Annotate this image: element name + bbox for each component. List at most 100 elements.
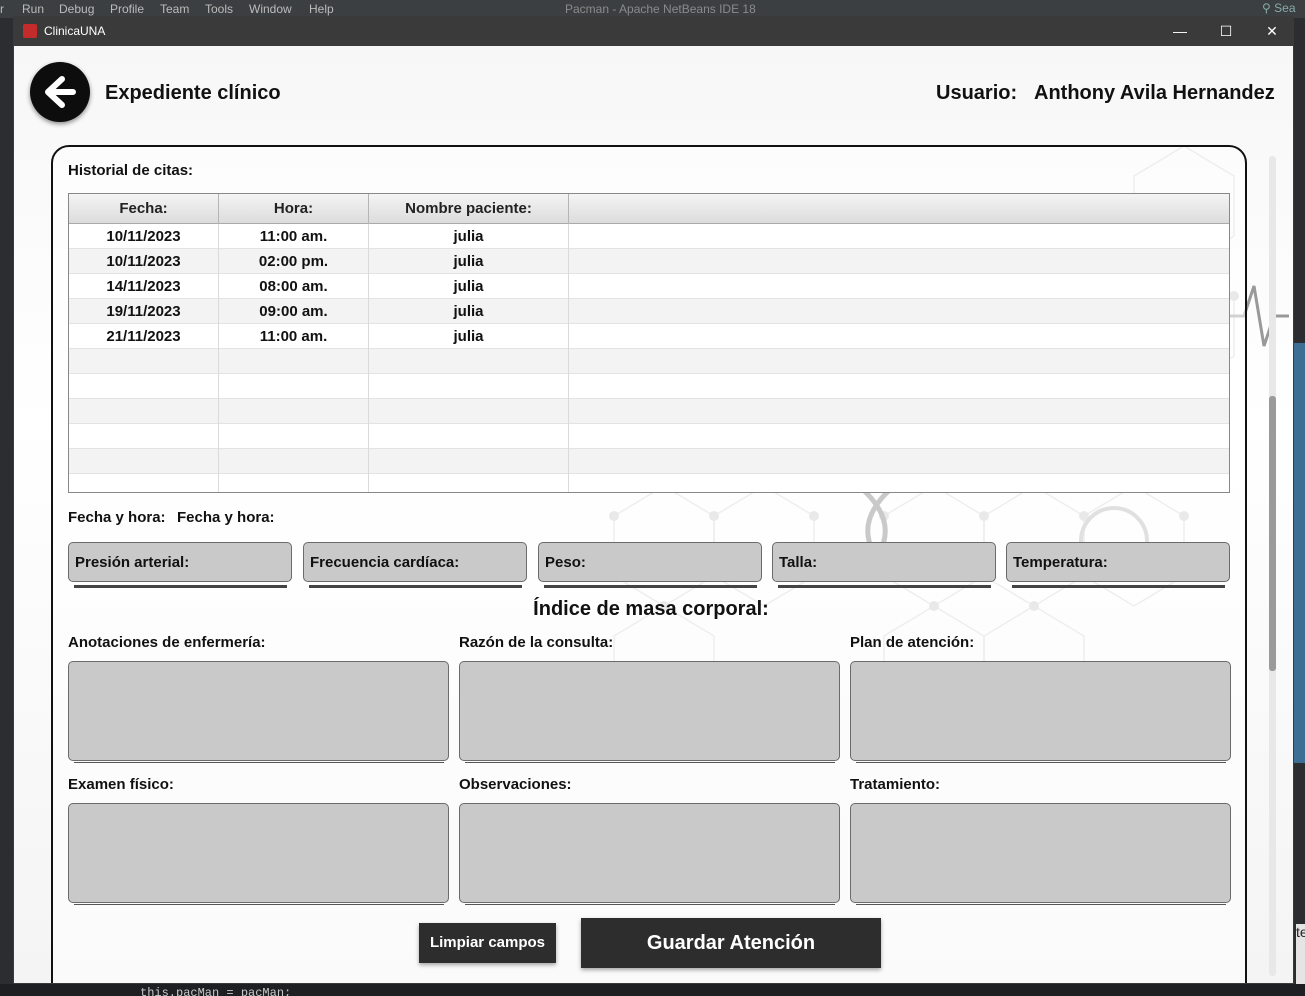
history-label: Historial de citas: bbox=[68, 162, 194, 179]
nursing-notes-label: Anotaciones de enfermería: bbox=[68, 634, 266, 651]
physical-exam-underline bbox=[74, 904, 444, 905]
window-titlebar[interactable]: ClinicaUNA — ☐ ✕ bbox=[14, 17, 1293, 46]
ide-side-tab-label: te bbox=[1296, 924, 1305, 940]
nursing-notes-textarea[interactable] bbox=[68, 661, 449, 761]
search-icon: ⚲ bbox=[1262, 1, 1271, 15]
cell-time: 11:00 am. bbox=[219, 224, 369, 249]
cell-date: 19/11/2023 bbox=[69, 299, 219, 324]
table-row[interactable]: 14/11/2023 08:00 am. julia bbox=[69, 274, 1229, 299]
table-row[interactable] bbox=[69, 474, 1229, 492]
cell-empty bbox=[569, 349, 1229, 374]
cell-patient: julia bbox=[369, 299, 569, 324]
ide-left-panel bbox=[0, 18, 13, 996]
ide-menu-team[interactable]: Team bbox=[160, 2, 189, 16]
observations-textarea[interactable] bbox=[459, 803, 840, 903]
record-panel: Historial de citas: Fecha: Hora: Nombre … bbox=[51, 145, 1247, 983]
appointments-table[interactable]: Fecha: Hora: Nombre paciente: 10/11/2023… bbox=[68, 193, 1230, 493]
cell-time: 09:00 am. bbox=[219, 299, 369, 324]
datetime-value: Fecha y hora: bbox=[177, 509, 275, 526]
table-row[interactable] bbox=[69, 424, 1229, 449]
vertical-scrollbar[interactable] bbox=[1269, 156, 1276, 976]
column-header-date[interactable]: Fecha: bbox=[69, 194, 219, 224]
user-name: Anthony Avila Hernandez bbox=[1034, 82, 1275, 104]
ide-menu-window[interactable]: Window bbox=[249, 2, 292, 16]
table-row[interactable]: 21/11/2023 11:00 am. julia bbox=[69, 324, 1229, 349]
back-button[interactable] bbox=[30, 62, 90, 122]
treatment-textarea[interactable] bbox=[850, 803, 1231, 903]
cell-date: 10/11/2023 bbox=[69, 249, 219, 274]
close-button[interactable]: ✕ bbox=[1249, 17, 1293, 46]
bmi-label: Índice de masa corporal: bbox=[533, 598, 769, 620]
observations-label: Observaciones: bbox=[459, 776, 572, 793]
cell-patient: julia bbox=[369, 274, 569, 299]
ide-menu-profile[interactable]: Profile bbox=[110, 2, 144, 16]
consult-reason-label: Razón de la consulta: bbox=[459, 634, 614, 651]
column-header-patient[interactable]: Nombre paciente: bbox=[369, 194, 569, 224]
consult-reason-textarea[interactable] bbox=[459, 661, 840, 761]
cell-patient: julia bbox=[369, 324, 569, 349]
ide-code-line: this.pacMan = pacMan; bbox=[0, 984, 1305, 996]
physical-exam-textarea[interactable] bbox=[68, 803, 449, 903]
save-attention-button[interactable]: Guardar Atención bbox=[581, 918, 881, 968]
weight-field[interactable]: Peso: bbox=[538, 542, 762, 582]
minimize-button[interactable]: — bbox=[1157, 17, 1203, 46]
table-row[interactable]: 10/11/2023 02:00 pm. julia bbox=[69, 249, 1229, 274]
cell-empty bbox=[569, 374, 1229, 399]
scrollbar-thumb[interactable] bbox=[1269, 396, 1276, 671]
cell-time bbox=[219, 449, 369, 474]
ide-code-text: this.pacMan = pacMan; bbox=[140, 986, 292, 996]
blood-pressure-field[interactable]: Presión arterial: bbox=[68, 542, 292, 582]
cell-empty bbox=[569, 324, 1229, 349]
temperature-field[interactable]: Temperatura: bbox=[1006, 542, 1230, 582]
cell-patient bbox=[369, 374, 569, 399]
cell-patient bbox=[369, 399, 569, 424]
clear-fields-button[interactable]: Limpiar campos bbox=[419, 923, 556, 963]
column-header-time[interactable]: Hora: bbox=[219, 194, 369, 224]
ide-menu-tools[interactable]: Tools bbox=[205, 2, 233, 16]
observations-underline bbox=[465, 904, 835, 905]
table-row[interactable] bbox=[69, 374, 1229, 399]
cell-empty bbox=[569, 249, 1229, 274]
cell-date: 10/11/2023 bbox=[69, 224, 219, 249]
ide-menu-item-edge[interactable]: r bbox=[0, 2, 4, 16]
cell-date bbox=[69, 449, 219, 474]
cell-time bbox=[219, 424, 369, 449]
arrow-left-icon bbox=[45, 76, 76, 108]
cell-time bbox=[219, 399, 369, 424]
cell-empty bbox=[569, 424, 1229, 449]
datetime-label: Fecha y hora: bbox=[68, 509, 166, 526]
cell-patient: julia bbox=[369, 249, 569, 274]
cell-patient: julia bbox=[369, 224, 569, 249]
cell-time: 11:00 am. bbox=[219, 324, 369, 349]
cell-time bbox=[219, 374, 369, 399]
maximize-button[interactable]: ☐ bbox=[1203, 17, 1249, 46]
heart-rate-field[interactable]: Frecuencia cardíaca: bbox=[303, 542, 527, 582]
height-underline bbox=[778, 585, 991, 588]
clinica-window: ClinicaUNA — ☐ ✕ Expediente clínico Usua… bbox=[13, 16, 1294, 984]
ide-search-box[interactable]: ⚲ Sea bbox=[1262, 1, 1296, 15]
treatment-label: Tratamiento: bbox=[850, 776, 941, 793]
table-row[interactable]: 10/11/2023 11:00 am. julia bbox=[69, 224, 1229, 249]
treatment-underline bbox=[856, 904, 1226, 905]
user-label: Usuario: bbox=[936, 82, 1018, 104]
cell-empty bbox=[569, 474, 1229, 492]
ide-search-text: Sea bbox=[1274, 1, 1296, 15]
ide-menu-run[interactable]: Run bbox=[22, 2, 44, 16]
care-plan-underline bbox=[856, 762, 1226, 763]
cell-time: 08:00 am. bbox=[219, 274, 369, 299]
care-plan-label: Plan de atención: bbox=[850, 634, 975, 651]
ide-menu-help[interactable]: Help bbox=[309, 2, 334, 16]
table-row[interactable]: 19/11/2023 09:00 am. julia bbox=[69, 299, 1229, 324]
weight-underline bbox=[544, 585, 757, 588]
height-field[interactable]: Talla: bbox=[772, 542, 996, 582]
cell-date: 21/11/2023 bbox=[69, 324, 219, 349]
table-row[interactable] bbox=[69, 449, 1229, 474]
cell-empty bbox=[569, 274, 1229, 299]
cell-patient bbox=[369, 474, 569, 492]
care-plan-textarea[interactable] bbox=[850, 661, 1231, 761]
table-row[interactable] bbox=[69, 349, 1229, 374]
ide-menu-debug[interactable]: Debug bbox=[59, 2, 94, 16]
table-row[interactable] bbox=[69, 399, 1229, 424]
cell-empty bbox=[569, 399, 1229, 424]
temperature-underline bbox=[1012, 585, 1225, 588]
